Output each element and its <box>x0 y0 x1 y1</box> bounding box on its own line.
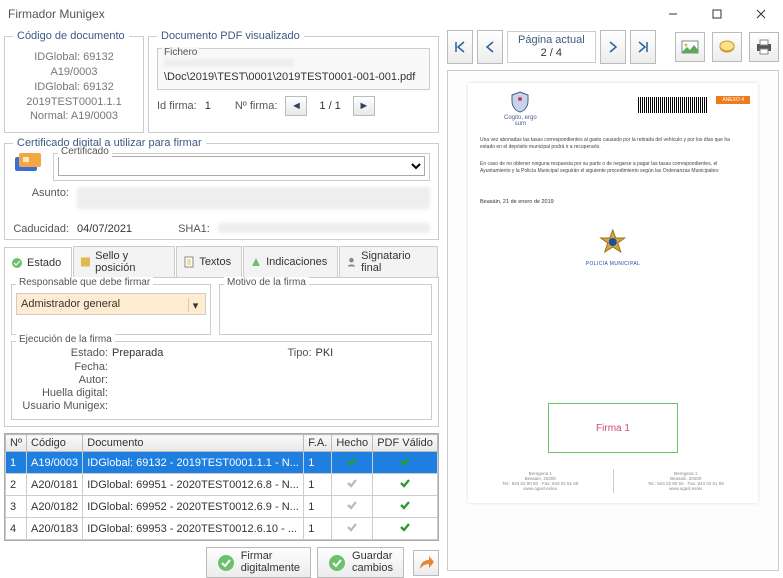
caducidad-label: Caducidad: <box>13 223 69 235</box>
firmar-button[interactable]: Firmar digitalmente <box>206 547 311 578</box>
codigo-line: IDGlobal: 69132 <box>13 50 135 65</box>
page-footer-col: Beregena 1Beasain, 20200Tel.: 943 02 80 … <box>613 469 759 493</box>
table-row[interactable]: 2A20/0181IDGlobal: 69951 - 2020TEST0012.… <box>6 474 438 496</box>
close-button[interactable] <box>739 0 783 28</box>
codigo-line: Normal: A19/0003 <box>13 109 135 124</box>
codigo-line: 2019TEST0001.1.1 <box>13 95 135 110</box>
pdfvis-legend: Documento PDF visualizado <box>157 30 304 42</box>
exit-button[interactable] <box>413 550 439 576</box>
sha1-value-redacted <box>218 223 430 233</box>
firmar-label: Firmar digitalmente <box>241 551 300 574</box>
window-title: Firmador Munigex <box>8 7 105 21</box>
guardar-button[interactable]: Guardar cambios <box>317 547 404 578</box>
image-tool-button[interactable] <box>675 32 705 62</box>
ejecucion-box: Ejecución de la firma Estado:Preparada T… <box>11 341 432 420</box>
tab-estado[interactable]: Estado <box>4 247 72 278</box>
last-page-button[interactable] <box>630 30 656 64</box>
responsable-select[interactable]: Admistrador general ▾ <box>16 293 206 315</box>
responsable-legend: Responsable que debe firmar <box>16 277 153 288</box>
fichero-path: \Doc\2019\TEST\0001\2019TEST0001-001-001… <box>164 57 423 85</box>
table-row[interactable]: 4A20/0183IDGlobal: 69953 - 2020TEST0012.… <box>6 518 438 540</box>
responsable-value: Admistrador general <box>21 298 120 310</box>
pdf-visualizado-group: Documento PDF visualizado Fichero \Doc\2… <box>148 30 439 133</box>
page-indicator: Página actual 2 / 4 <box>507 31 596 63</box>
logo-motto: Cogito, ergo sum <box>504 115 537 127</box>
maximize-button[interactable] <box>695 0 739 28</box>
page-value: 2 / 4 <box>518 47 585 60</box>
table-row[interactable]: 3A20/0182IDGlobal: 69952 - 2020TEST0012.… <box>6 496 438 518</box>
page-label: Página actual <box>518 34 585 47</box>
pdf-preview[interactable]: Cogito, ergo sum ANEXO 4 Una vez abonada… <box>447 70 779 571</box>
first-page-button[interactable] <box>447 30 473 64</box>
preview-paragraph-2: En caso de no obtener ninguna respuesta … <box>480 161 746 174</box>
n-firma-value: 1 / 1 <box>319 100 340 112</box>
asunto-value-redacted <box>77 187 430 209</box>
documents-grid: NºCódigoDocumentoF.A.HechoPDF Válido 1A1… <box>4 433 439 541</box>
exit-icon <box>417 554 435 572</box>
grid-header[interactable]: Nº <box>6 435 27 452</box>
tab-indicaciones[interactable]: Indicaciones <box>243 246 338 277</box>
grid-header[interactable]: F.A. <box>304 435 332 452</box>
next-page-button[interactable] <box>600 30 626 64</box>
pager: Página actual 2 / 4 <box>447 30 779 64</box>
grid-header[interactable]: Código <box>27 435 83 452</box>
n-firma-prev-button[interactable]: ◄ <box>285 96 307 116</box>
grid-header[interactable]: Hecho <box>332 435 373 452</box>
certificado-group: Certificado digital a utilizar para firm… <box>4 137 439 240</box>
tab-estado-body: Responsable que debe firmar Admistrador … <box>4 278 439 427</box>
n-firma-next-button[interactable]: ► <box>353 96 375 116</box>
tab-textos[interactable]: Textos <box>176 246 242 277</box>
police-badge-icon <box>599 229 627 257</box>
coin-icon <box>718 38 736 56</box>
tab-sello y posición[interactable]: Sello y posición <box>73 246 175 277</box>
guardar-label: Guardar cambios <box>352 551 393 574</box>
save-icon <box>328 554 346 572</box>
n-firma-label: Nº firma: <box>235 100 278 112</box>
pdf-page: Cogito, ergo sum ANEXO 4 Una vez abonada… <box>468 83 758 503</box>
sha1-label: SHA1: <box>178 223 210 235</box>
tab-signatario final[interactable]: Signatario final <box>339 246 438 277</box>
prev-page-button[interactable] <box>477 30 503 64</box>
caducidad-value: 04/07/2021 <box>77 223 132 235</box>
image-icon <box>681 38 699 56</box>
codigo-legend: Código de documento <box>13 30 129 42</box>
motivo-textarea[interactable] <box>224 293 427 327</box>
preview-date: Beasáin, 21 de enero de 2019 <box>480 199 554 205</box>
page-footer-col: Beregena 1Beasain, 20200Tel.: 943 02 80 … <box>468 469 613 493</box>
coin-tool-button[interactable] <box>712 32 742 62</box>
responsable-box: Responsable que debe firmar Admistrador … <box>11 284 211 335</box>
police-badge-label: POLICÍA MUNICIPAL <box>586 261 641 267</box>
id-firma-label: Id firma: <box>157 100 197 112</box>
anexo-badge: ANEXO 4 <box>716 96 750 104</box>
certificado-select[interactable] <box>58 156 425 176</box>
minimize-button[interactable] <box>651 0 695 28</box>
firma-placeholder[interactable]: Firma 1 <box>548 403 678 453</box>
printer-icon <box>755 38 773 56</box>
print-button[interactable] <box>749 32 779 62</box>
sign-icon <box>217 554 235 572</box>
logo-shield-icon <box>511 91 529 113</box>
motivo-legend: Motivo de la firma <box>224 277 309 288</box>
asunto-label: Asunto: <box>13 187 69 199</box>
table-row[interactable]: 1A19/0003IDGlobal: 69132 - 2019TEST0001.… <box>6 452 438 474</box>
ejecucion-legend: Ejecución de la firma <box>16 334 115 345</box>
id-firma-value: 1 <box>205 100 211 112</box>
certificate-icon <box>13 153 45 177</box>
barcode <box>638 97 708 113</box>
cert-box-legend: Certificado <box>58 146 112 157</box>
codigo-documento-group: Código de documento IDGlobal: 69132A19/0… <box>4 30 144 133</box>
fichero-box: Fichero \Doc\2019\TEST\0001\2019TEST0001… <box>157 48 430 90</box>
codigo-line: IDGlobal: 69132 <box>13 80 135 95</box>
grid-header[interactable]: Documento <box>83 435 304 452</box>
chevron-down-icon: ▾ <box>188 298 202 312</box>
tabs: EstadoSello y posiciónTextosIndicaciones… <box>4 246 439 278</box>
codigo-line: A19/0003 <box>13 65 135 80</box>
titlebar: Firmador Munigex <box>0 0 783 28</box>
preview-paragraph-1: Una vez abonadas las tasas correspondien… <box>480 137 746 150</box>
motivo-box: Motivo de la firma <box>219 284 432 335</box>
grid-header[interactable]: PDF Válido <box>373 435 438 452</box>
